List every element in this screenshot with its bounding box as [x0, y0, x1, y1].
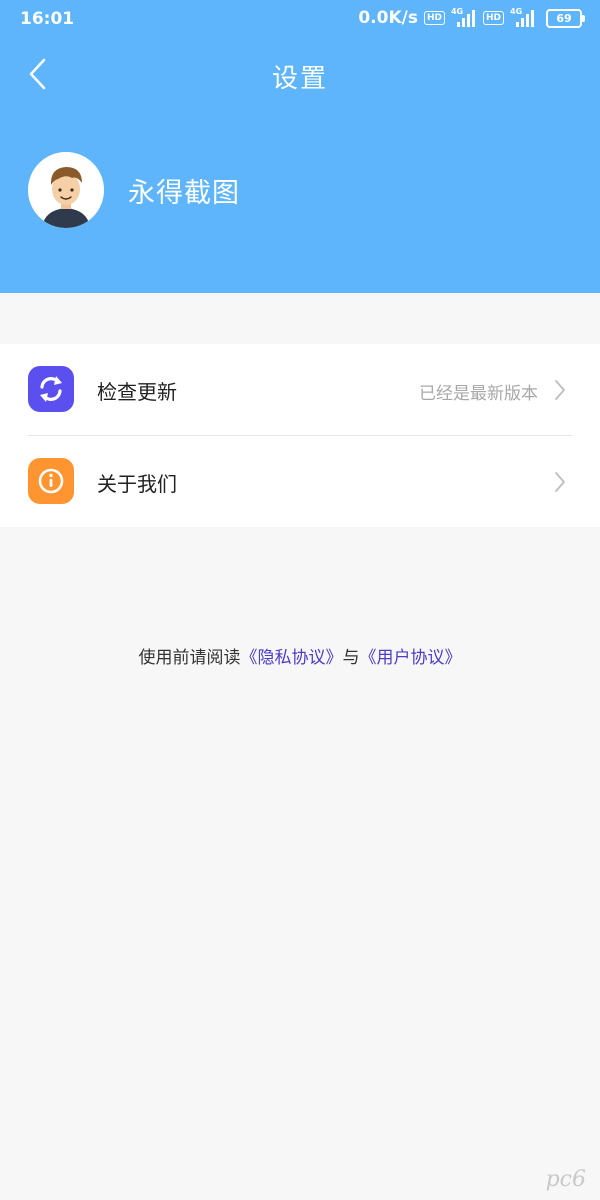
agreement-prefix: 使用前请阅读 [138, 648, 241, 668]
info-icon [28, 458, 74, 504]
agreement-conjunction: 与 [342, 648, 360, 668]
signal-icon-2: 4G [510, 7, 536, 27]
version-status: 已经是最新版本 [419, 384, 538, 404]
status-bar: 16:01 0.0K/s HD 4G HD 4G 69 [0, 0, 600, 38]
network-gen-label: 4G [450, 7, 464, 16]
page-title: 设置 [271, 64, 328, 94]
menu-item-label: 关于我们 [97, 472, 177, 496]
chevron-right-icon [555, 472, 565, 492]
menu-card: 检查更新 已经是最新版本 关于我们 [0, 344, 600, 527]
watermark: pc6 [545, 1167, 586, 1192]
user-agreement-link[interactable]: 《用户协议》 [360, 648, 462, 668]
user-name: 永得截图 [128, 178, 240, 209]
refresh-icon [28, 366, 74, 412]
network-speed: 0.0K/s [358, 8, 418, 28]
status-time: 16:01 [20, 9, 75, 29]
signal-icon: 4G [450, 7, 477, 27]
hd-badge-2: HD [482, 11, 504, 25]
network-gen-label-2: 4G [510, 7, 523, 16]
chevron-right-icon [555, 380, 565, 400]
header: 16:01 0.0K/s HD 4G HD 4G 69 设置 永得截图 [0, 0, 600, 293]
hd-badge: HD [423, 11, 445, 25]
privacy-policy-link[interactable]: 《隐私协议》 [241, 648, 343, 668]
battery-icon: 69 [546, 8, 585, 28]
menu-item-label: 检查更新 [97, 380, 177, 404]
menu-item-check-update[interactable]: 检查更新 已经是最新版本 [0, 344, 600, 436]
status-indicators: 0.0K/s HD 4G HD 4G 69 [358, 7, 585, 28]
agreement-notice: 使用前请阅读《隐私协议》与《用户协议》 [0, 643, 600, 668]
menu-item-about-us[interactable]: 关于我们 [0, 436, 600, 527]
avatar[interactable] [28, 152, 104, 228]
